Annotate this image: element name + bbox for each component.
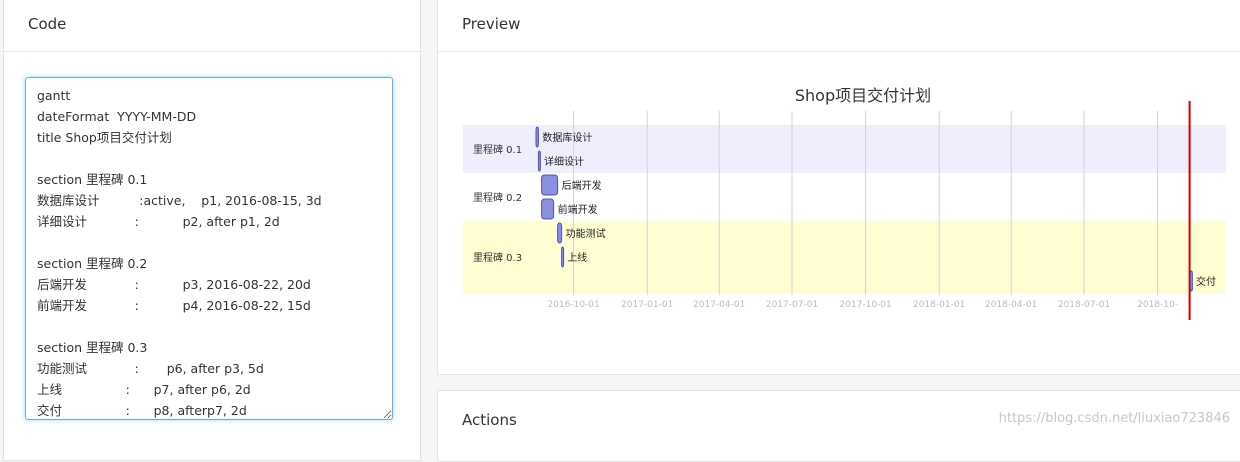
x-tick-label: 2018-01-01 xyxy=(913,300,965,310)
x-tick-label: 2017-10-01 xyxy=(839,300,891,310)
x-tick-label: 2018-10- xyxy=(1137,300,1178,310)
section-label: 里程碑 0.1 xyxy=(473,143,522,156)
task-label: 数据库设计 xyxy=(542,131,592,144)
actions-panel: Actions xyxy=(437,390,1240,462)
task-label: 前端开发 xyxy=(558,203,598,216)
section-label: 里程碑 0.3 xyxy=(473,251,522,264)
x-tick-label: 2017-01-01 xyxy=(621,300,673,310)
task-label: 后端开发 xyxy=(562,179,602,192)
task-bar xyxy=(557,222,563,244)
chart-title: Shop项目交付计划 xyxy=(795,86,931,105)
preview-panel: Preview 数据库设计 详细设计 后端开发 前端开发 功能测试 上线 交付 2016-1… xyxy=(437,0,1240,375)
x-tick-label: 2017-07-01 xyxy=(766,300,818,310)
task-label: 交付 xyxy=(1196,275,1216,288)
task-bar xyxy=(541,174,559,196)
gantt-chart: 数据库设计详细设计后端开发前端开发功能测试上线交付 2016-10-01 2017… xyxy=(463,86,1226,320)
task-label: 上线 xyxy=(567,251,587,264)
task-bar xyxy=(537,150,541,172)
task-bar xyxy=(1189,270,1193,292)
task-bar xyxy=(535,126,539,148)
x-tick-label: 2017-04-01 xyxy=(693,300,745,310)
task-bar xyxy=(541,198,555,220)
task-label: 详细设计 xyxy=(544,155,584,168)
section-label: 里程碑 0.2 xyxy=(473,191,522,204)
x-tick-label: 2018-07-01 xyxy=(1058,300,1110,310)
task-label: 功能测试 xyxy=(566,227,606,240)
code-panel-title: Code xyxy=(4,0,420,52)
x-tick-label: 2018-04-01 xyxy=(985,300,1037,310)
x-tick-label: 2016-10-01 xyxy=(547,300,599,310)
task-bar xyxy=(561,246,565,268)
watermark: https://blog.csdn.net/liuxiao723846 xyxy=(998,411,1230,426)
code-editor[interactable]: gantt dateFormat YYYY-MM-DD title Shop项目… xyxy=(25,77,393,420)
